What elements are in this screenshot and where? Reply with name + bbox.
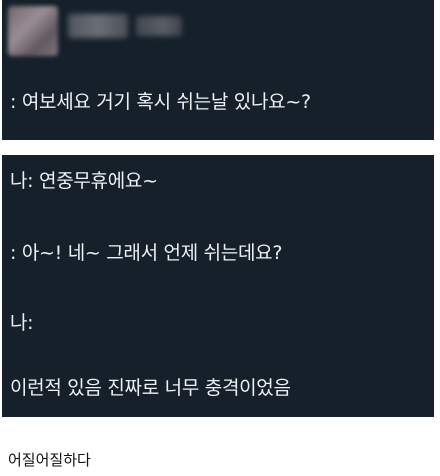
tweet-text-line-5: 이런적 있음 진짜로 너무 충격이었음 [10, 377, 291, 399]
tweet-card-top[interactable]: : 여보세요 거기 혹시 쉬는날 있나요~? [2, 0, 434, 140]
post-caption: 어질어질하다 [8, 451, 91, 469]
blurred-author-name [68, 14, 128, 38]
blurred-avatar[interactable] [8, 6, 58, 56]
tweet-text-line-2: 나: 연중무휴에요~ [10, 170, 158, 192]
tweet-text-line-1: : 여보세요 거기 혹시 쉬는날 있나요~? [10, 91, 311, 113]
blurred-author-handle [136, 16, 182, 36]
tweet-card-bottom[interactable]: 나: 연중무휴에요~ : 아~! 네~ 그래서 언제 쉬는데요? 나: 이런적 … [2, 155, 434, 417]
tweet-text-line-3: : 아~! 네~ 그래서 언제 쉬는데요? [10, 242, 283, 264]
screenshot-page: : 여보세요 거기 혹시 쉬는날 있나요~? 나: 연중무휴에요~ : 아~! … [0, 0, 440, 476]
tweet-text-line-4: 나: [10, 312, 34, 334]
